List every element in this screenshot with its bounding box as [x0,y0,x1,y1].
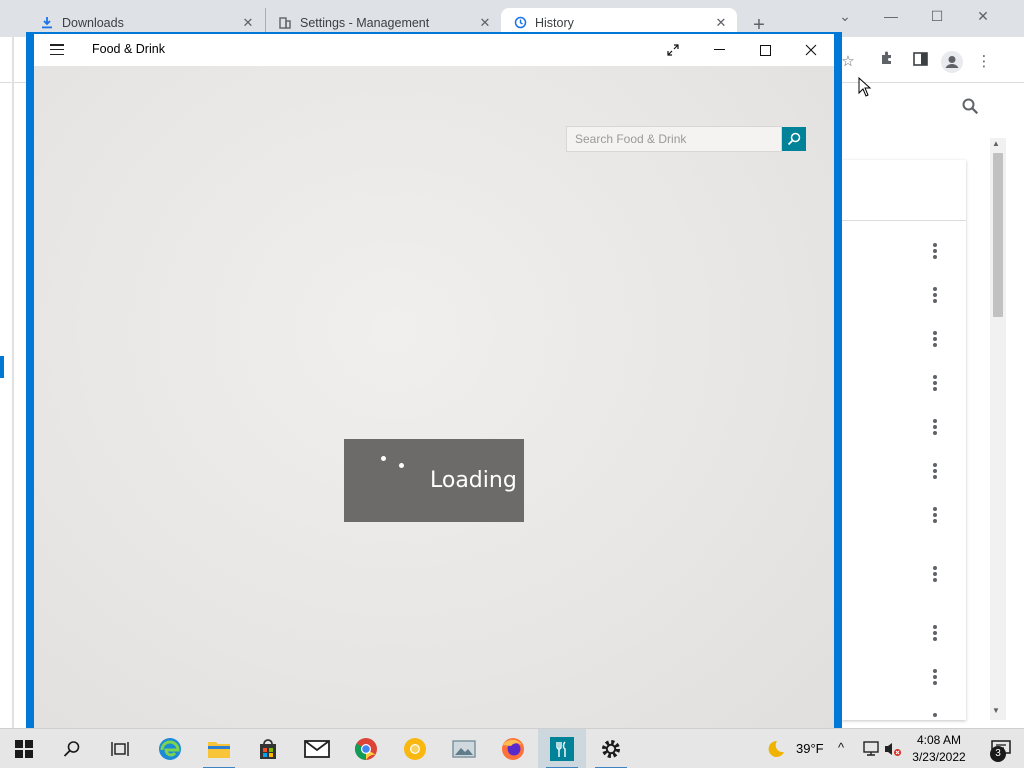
clock-time: 4:08 AM [916,733,962,747]
hamburger-menu-icon[interactable] [50,44,64,55]
scrollbar-thumb[interactable] [993,153,1003,317]
clock-date: 3/23/2022 [912,750,966,764]
firefox-icon [502,738,524,760]
volume-muted-icon[interactable] [884,741,902,762]
tab-search-icon[interactable]: ⌄ [830,4,860,28]
download-icon [40,16,54,30]
browser-maximize-button[interactable]: ☐ [922,4,952,28]
mouse-cursor-icon [858,76,872,102]
mail-icon [304,740,330,758]
food-drink-icon [550,737,574,761]
history-item-menu-icon[interactable] [928,329,942,349]
history-item-menu-icon[interactable] [928,373,942,393]
profile-icon[interactable] [941,51,963,73]
progress-dot [381,456,386,461]
store-app[interactable] [244,729,292,768]
progress-dot [399,463,404,468]
close-tab-icon[interactable]: ✕ [713,15,729,31]
close-tab-icon[interactable]: ✕ [240,15,256,31]
history-item-menu-icon[interactable] [928,461,942,481]
tab-title: History [535,15,574,30]
file-explorer-app[interactable] [195,729,243,768]
selection-accent [0,356,4,378]
search-icon [63,741,80,757]
divider [842,220,966,221]
firefox-app[interactable] [489,729,537,768]
scroll-down-arrow-icon[interactable]: ▼ [992,706,1000,715]
close-button[interactable] [788,34,834,66]
history-item-menu-icon[interactable] [928,711,942,719]
taskbar: 39°F ^ 4:08 AM 3/23/2022 [0,728,1024,768]
app-title: Food & Drink [92,42,165,56]
chrome-canary-app[interactable] [391,729,439,768]
task-view-icon [111,742,129,756]
expand-icon [667,44,679,56]
search-button[interactable] [48,729,96,768]
history-item-menu-icon[interactable] [928,564,942,584]
search-input[interactable] [567,127,781,151]
tab-title: Settings - Management [300,15,430,30]
show-hidden-icons-chevron-icon[interactable]: ^ [838,740,844,755]
minimize-button[interactable] [696,34,742,66]
weather-temperature[interactable]: 39°F [796,741,824,756]
history-item-menu-icon[interactable] [928,667,942,687]
app-title-bar: Food & Drink [34,34,834,66]
maximize-button[interactable] [742,34,788,66]
search-button[interactable] [782,127,806,151]
photos-icon [452,740,476,758]
chrome-canary-icon [404,738,426,760]
loading-indicator: Loading [344,439,524,522]
edge-icon [159,738,181,760]
notification-count-badge: 3 [990,746,1006,762]
task-view-button[interactable] [96,729,144,768]
full-screen-button[interactable] [650,34,696,66]
edge-app[interactable] [146,729,194,768]
moon-icon [764,739,784,764]
history-card [842,160,966,720]
chrome-app[interactable] [342,729,390,768]
store-icon [260,739,276,759]
scroll-up-arrow-icon[interactable]: ▲ [992,139,1000,148]
clock[interactable]: 4:08 AM 3/23/2022 [906,732,972,766]
window-edge [12,37,14,728]
history-item-menu-icon[interactable] [928,623,942,643]
search-icon[interactable] [962,98,979,120]
history-item-menu-icon[interactable] [928,241,942,261]
building-icon [278,16,292,30]
network-icon[interactable] [862,741,880,762]
browser-minimize-button[interactable]: — [876,4,906,28]
start-button[interactable] [0,729,48,768]
more-menu-icon[interactable]: ⋮ [972,50,996,74]
browser-close-button[interactable]: ✕ [968,4,998,28]
chrome-icon [355,738,377,760]
history-icon [513,16,527,30]
side-panel-icon[interactable] [908,50,932,74]
photos-app[interactable] [440,729,488,768]
windows-icon [15,740,33,758]
close-tab-icon[interactable]: ✕ [477,15,493,31]
food-drink-app-window: Food & Drink Loading [26,32,842,728]
gear-icon [602,740,620,758]
search-icon [787,132,801,146]
mail-app[interactable] [293,729,341,768]
folder-icon [208,742,230,758]
app-content: Loading [34,66,834,728]
history-item-menu-icon[interactable] [928,417,942,437]
search-box [566,126,782,152]
food-drink-app[interactable] [538,729,586,768]
settings-app[interactable] [587,729,635,768]
loading-text: Loading [430,468,517,493]
extensions-icon[interactable] [875,50,899,74]
history-item-menu-icon[interactable] [928,285,942,305]
history-item-menu-icon[interactable] [928,505,942,525]
tab-title: Downloads [62,15,124,30]
